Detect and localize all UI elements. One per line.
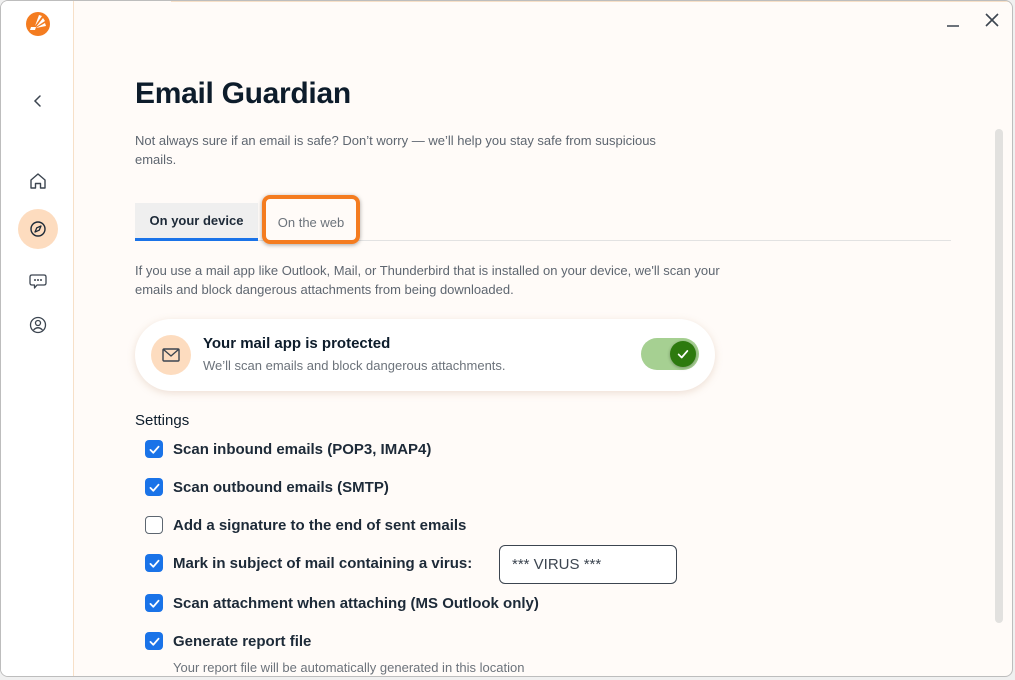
setting-label: Scan attachment when attaching (MS Outlo…: [173, 594, 539, 612]
virus-subject-input[interactable]: [499, 545, 677, 584]
setting-label: Scan outbound emails (SMTP): [173, 478, 389, 496]
checkbox-checked[interactable]: [145, 594, 163, 612]
setting-label: Generate report file: [173, 632, 312, 650]
checkbox-checked[interactable]: [145, 478, 163, 496]
compass-icon: [30, 221, 46, 237]
setting-scan-inbound[interactable]: Scan inbound emails (POP3, IMAP4): [145, 437, 431, 461]
close-button[interactable]: [980, 9, 1004, 33]
close-icon: [985, 13, 999, 27]
setting-label: Add a signature to the end of sent email…: [173, 516, 467, 534]
protection-status-card: Your mail app is protected We’ll scan em…: [135, 319, 715, 391]
sidebar-item-explore[interactable]: [18, 209, 58, 249]
status-title: Your mail app is protected: [203, 335, 391, 352]
checkbox-checked[interactable]: [145, 440, 163, 458]
setting-mark-virus-subject[interactable]: Mark in subject of mail containing a vir…: [145, 551, 472, 575]
checkbox-checked[interactable]: [145, 632, 163, 650]
toggle-knob: [670, 341, 696, 367]
minimize-button[interactable]: [941, 9, 965, 33]
sidebar-item-home[interactable]: [18, 161, 58, 201]
checkbox-unchecked[interactable]: [145, 516, 163, 534]
page-subtitle: Not always sure if an email is safe? Don…: [135, 133, 656, 167]
chat-icon: [29, 274, 47, 289]
setting-generate-report[interactable]: Generate report file: [145, 629, 311, 653]
chevron-left-icon: [33, 95, 41, 107]
checkmark-icon: [677, 350, 689, 359]
check-icon: [149, 445, 159, 454]
mail-icon: [151, 335, 191, 375]
setting-add-signature[interactable]: Add a signature to the end of sent email…: [145, 513, 466, 537]
title-bar-divider: [171, 1, 1011, 4]
settings-heading: Settings: [135, 412, 190, 429]
minimize-icon: [947, 25, 959, 27]
setting-scan-outbound[interactable]: Scan outbound emails (SMTP): [145, 475, 389, 499]
vertical-scrollbar[interactable]: [995, 129, 1003, 623]
setting-label: Scan inbound emails (POP3, IMAP4): [173, 440, 432, 458]
user-icon: [29, 316, 47, 334]
tab-on-the-web[interactable]: On the web: [263, 203, 359, 241]
check-icon: [149, 599, 159, 608]
app-window: Email Guardian Not always sure if an ema…: [0, 0, 1013, 677]
protection-toggle[interactable]: [641, 338, 699, 370]
setting-scan-attachment[interactable]: Scan attachment when attaching (MS Outlo…: [145, 591, 539, 615]
device-description: If you use a mail app like Outlook, Mail…: [135, 263, 720, 297]
check-icon: [149, 559, 159, 568]
checkbox-checked[interactable]: [145, 554, 163, 572]
status-subtitle: We’ll scan emails and block dangerous at…: [203, 358, 506, 373]
sidebar: [1, 1, 74, 676]
report-location-note: Your report file will be automatically g…: [173, 660, 525, 675]
sidebar-item-account[interactable]: [18, 305, 58, 345]
setting-label: Mark in subject of mail containing a vir…: [173, 554, 473, 572]
page-title: Email Guardian: [135, 77, 351, 110]
avast-logo-icon: [26, 12, 50, 36]
sidebar-item-chat[interactable]: [18, 261, 58, 301]
tab-on-your-device[interactable]: On your device: [135, 203, 258, 241]
home-icon: [30, 173, 46, 189]
tab-bar: On your device On the web: [135, 203, 951, 241]
check-icon: [149, 483, 159, 492]
check-icon: [149, 637, 159, 646]
back-button[interactable]: [18, 81, 58, 121]
